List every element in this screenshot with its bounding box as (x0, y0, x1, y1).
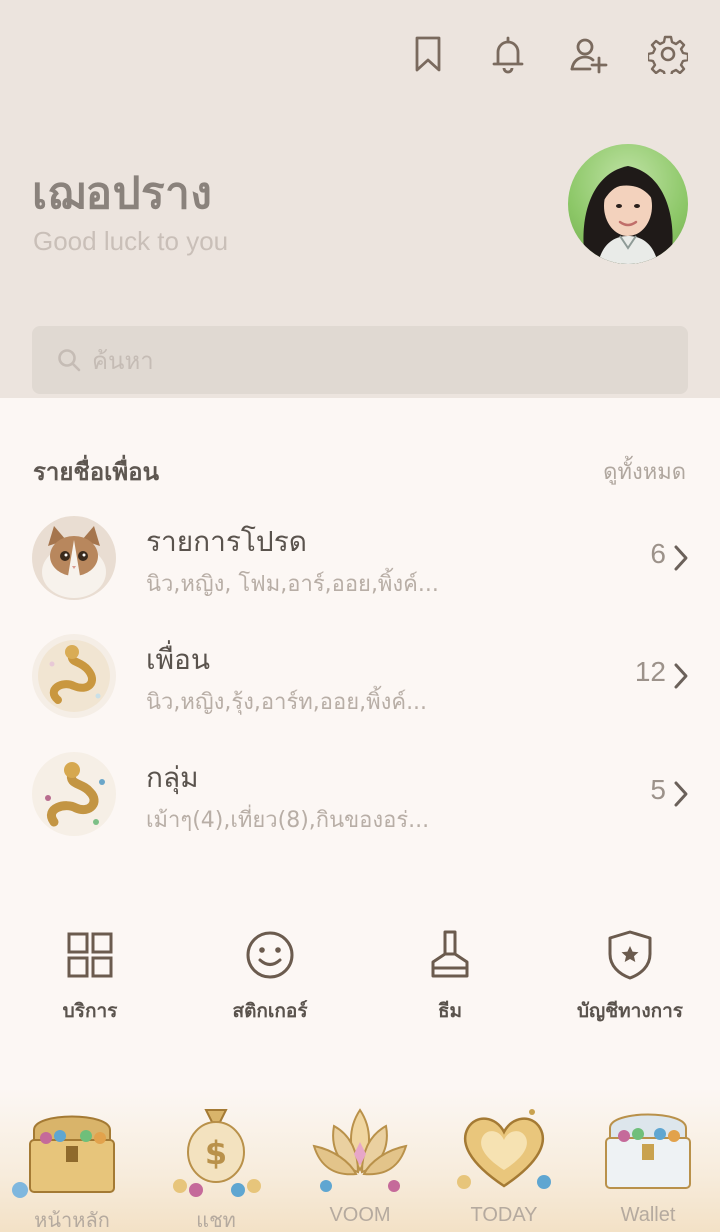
profile-name[interactable]: เฌอปราง (32, 158, 212, 228)
profile-avatar[interactable] (568, 144, 688, 264)
official-accounts-label: บัญชีทางการ (577, 1000, 683, 1022)
list-item-groups[interactable]: กลุ่ม เม้าๆ(4),เที่ยว(8),กินของอร่... 5 (0, 752, 720, 852)
bottom-tab-bar: หน้าหลัก $ แชท VOOM TODAY Wallet (0, 1088, 720, 1232)
tab-label: TODAY (470, 1204, 538, 1226)
services-button[interactable]: บริการ (0, 924, 180, 1034)
list-item-title: กลุ่ม (146, 761, 199, 794)
lotus-icon (312, 1108, 408, 1192)
bell-icon[interactable] (486, 30, 530, 78)
tab-wallet[interactable]: Wallet (576, 1088, 720, 1232)
grid-icon (67, 932, 113, 978)
tab-voom[interactable]: VOOM (288, 1088, 432, 1232)
chevron-right-icon (674, 663, 688, 689)
list-item-friends[interactable]: เพื่อน นิว,หญิง,รุ้ง,อาร์ท,ออย,พิ้งค์...… (0, 634, 720, 734)
profile-status-message[interactable]: Good luck to you (33, 226, 228, 257)
official-accounts-button[interactable]: บัญชีทางการ (540, 924, 720, 1034)
money-bag-icon: $ (173, 1109, 261, 1197)
list-item-subtitle: นิว,หญิง,รุ้ง,อาร์ท,ออย,พิ้งค์... (146, 690, 428, 715)
stickers-button[interactable]: สติกเกอร์ (180, 924, 360, 1034)
add-friend-icon[interactable] (566, 30, 610, 78)
smiley-icon (246, 931, 294, 979)
list-item-subtitle: เม้าๆ(4),เที่ยว(8),กินของอร่... (146, 808, 430, 833)
services-label: บริการ (62, 1000, 118, 1022)
list-item-count: 6 (650, 538, 666, 569)
list-item-favorites[interactable]: รายการโปรด นิว,หญิง, โฟม,อาร์,ออย,พิ้งค์… (0, 516, 720, 616)
services-row: บริการ สติกเกอร์ ธีม บัญชีทางการ (0, 924, 720, 1034)
brush-icon (431, 930, 469, 978)
search-icon (58, 349, 81, 372)
tab-label: Wallet (620, 1204, 676, 1226)
list-item-title: รายการโปรด (146, 525, 307, 558)
list-item-title: เพื่อน (146, 643, 210, 676)
bookmark-icon[interactable] (406, 30, 450, 78)
friends-section-title: รายชื่อเพื่อน (33, 458, 159, 486)
svg-text:$: $ (205, 1134, 227, 1172)
chevron-right-icon (674, 545, 688, 571)
list-item-count: 5 (650, 774, 666, 805)
treasure-chest-icon (12, 1115, 115, 1198)
tab-chat[interactable]: $ แชท (144, 1088, 288, 1232)
cat-avatar-icon (32, 516, 116, 600)
search-bar[interactable]: ค้นหา (32, 326, 688, 394)
tab-label: VOOM (329, 1204, 391, 1226)
list-item-count: 12 (634, 656, 666, 687)
chevron-right-icon (674, 781, 688, 807)
profile-header: เฌอปราง Good luck to you ค้นหา (0, 0, 720, 398)
tab-home[interactable]: หน้าหลัก (0, 1088, 144, 1232)
search-placeholder: ค้นหา (92, 346, 154, 375)
gold-dragon-icon (32, 634, 116, 718)
gold-dragon-jewels-icon (32, 752, 116, 836)
gold-heart-icon (457, 1109, 551, 1189)
stickers-label: สติกเกอร์ (232, 1000, 308, 1022)
gear-icon[interactable] (646, 30, 690, 78)
tab-today[interactable]: TODAY (432, 1088, 576, 1232)
themes-button[interactable]: ธีม (360, 924, 540, 1034)
list-item-subtitle: นิว,หญิง, โฟม,อาร์,ออย,พิ้งค์... (146, 572, 439, 597)
tab-label: แชท (196, 1210, 236, 1232)
top-icon-bar (406, 30, 690, 78)
tab-label: หน้าหลัก (34, 1210, 110, 1232)
shield-star-icon (608, 930, 652, 980)
jewel-chest-icon (605, 1113, 691, 1189)
themes-label: ธีม (437, 1000, 463, 1022)
see-all-link[interactable]: ดูทั้งหมด (603, 454, 686, 489)
